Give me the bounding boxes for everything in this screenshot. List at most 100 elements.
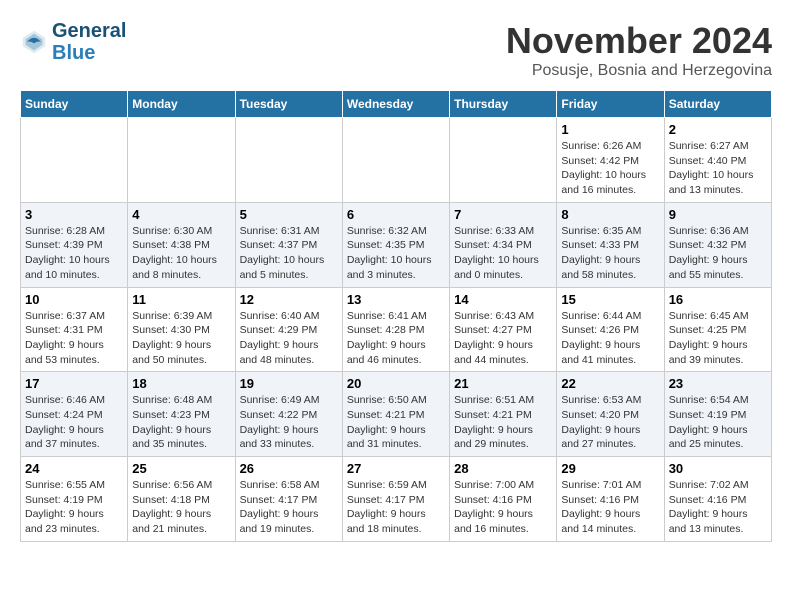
day-number: 30 (669, 461, 767, 476)
calendar-cell: 24 Sunrise: 6:55 AM Sunset: 4:19 PM Dayli… (21, 457, 128, 542)
day-number: 15 (561, 292, 659, 307)
calendar-cell: 13Sunrise: 6:41 AM Sunset: 4:28 PM Dayli… (342, 287, 449, 372)
calendar-table: SundayMondayTuesdayWednesdayThursdayFrid… (20, 90, 772, 542)
calendar-week-row: 1 Sunrise: 6:26 AM Sunset: 4:42 PM Daylig… (21, 118, 772, 203)
day-number: 7 (454, 207, 552, 222)
calendar-week-row: 10 Sunrise: 6:37 AM Sunset: 4:31 PM Dayli… (21, 287, 772, 372)
calendar-cell: 19Sunrise: 6:49 AM Sunset: 4:22 PM Dayli… (235, 372, 342, 457)
day-number: 24 (25, 461, 123, 476)
day-info: Sunrise: 6:49 AM Sunset: 4:22 PM Dayligh… (240, 393, 338, 452)
calendar-cell: 23 Sunrise: 6:54 AM Sunset: 4:19 PM Dayli… (664, 372, 771, 457)
title-area: November 2024 Posusje, Bosnia and Herzeg… (506, 20, 772, 80)
day-number: 29 (561, 461, 659, 476)
day-number: 5 (240, 207, 338, 222)
day-info: Sunrise: 6:31 AM Sunset: 4:37 PM Dayligh… (240, 224, 338, 283)
calendar-cell: 14 Sunrise: 6:43 AM Sunset: 4:27 PM Dayli… (450, 287, 557, 372)
calendar-week-row: 3Sunrise: 6:28 AM Sunset: 4:39 PM Daylig… (21, 202, 772, 287)
day-number: 20 (347, 376, 445, 391)
day-info: Sunrise: 6:54 AM Sunset: 4:19 PM Dayligh… (669, 393, 767, 452)
day-info: Sunrise: 6:45 AM Sunset: 4:25 PM Dayligh… (669, 309, 767, 368)
day-number: 22 (561, 376, 659, 391)
day-number: 2 (669, 122, 767, 137)
calendar-cell: 6 Sunrise: 6:32 AM Sunset: 4:35 PM Daylig… (342, 202, 449, 287)
weekday-header: Thursday (450, 91, 557, 118)
day-info: Sunrise: 6:58 AM Sunset: 4:17 PM Dayligh… (240, 478, 338, 537)
calendar-cell: 25Sunrise: 6:56 AM Sunset: 4:18 PM Dayli… (128, 457, 235, 542)
weekday-header: Wednesday (342, 91, 449, 118)
calendar-week-row: 17Sunrise: 6:46 AM Sunset: 4:24 PM Dayli… (21, 372, 772, 457)
day-info: Sunrise: 6:26 AM Sunset: 4:42 PM Dayligh… (561, 139, 659, 198)
day-info: Sunrise: 6:44 AM Sunset: 4:26 PM Dayligh… (561, 309, 659, 368)
month-title: November 2024 (506, 20, 772, 62)
calendar-cell: 29 Sunrise: 7:01 AM Sunset: 4:16 PM Dayli… (557, 457, 664, 542)
day-info: Sunrise: 6:59 AM Sunset: 4:17 PM Dayligh… (347, 478, 445, 537)
day-info: Sunrise: 6:32 AM Sunset: 4:35 PM Dayligh… (347, 224, 445, 283)
day-info: Sunrise: 6:55 AM Sunset: 4:19 PM Dayligh… (25, 478, 123, 537)
day-info: Sunrise: 6:51 AM Sunset: 4:21 PM Dayligh… (454, 393, 552, 452)
calendar-cell: 30 Sunrise: 7:02 AM Sunset: 4:16 PM Dayli… (664, 457, 771, 542)
weekday-header: Saturday (664, 91, 771, 118)
day-info: Sunrise: 6:53 AM Sunset: 4:20 PM Dayligh… (561, 393, 659, 452)
weekday-header: Monday (128, 91, 235, 118)
calendar-cell (128, 118, 235, 203)
day-info: Sunrise: 6:27 AM Sunset: 4:40 PM Dayligh… (669, 139, 767, 198)
day-info: Sunrise: 6:48 AM Sunset: 4:23 PM Dayligh… (132, 393, 230, 452)
logo-line1: General (52, 20, 126, 42)
day-info: Sunrise: 6:56 AM Sunset: 4:18 PM Dayligh… (132, 478, 230, 537)
logo-line2: Blue (52, 42, 126, 64)
weekday-header: Sunday (21, 91, 128, 118)
calendar-header-row: SundayMondayTuesdayWednesdayThursdayFrid… (21, 91, 772, 118)
day-number: 23 (669, 376, 767, 391)
day-info: Sunrise: 6:35 AM Sunset: 4:33 PM Dayligh… (561, 224, 659, 283)
calendar-cell (342, 118, 449, 203)
day-info: Sunrise: 7:02 AM Sunset: 4:16 PM Dayligh… (669, 478, 767, 537)
calendar-cell: 10 Sunrise: 6:37 AM Sunset: 4:31 PM Dayli… (21, 287, 128, 372)
day-number: 9 (669, 207, 767, 222)
day-number: 6 (347, 207, 445, 222)
logo: General Blue (20, 20, 126, 64)
calendar-cell: 2 Sunrise: 6:27 AM Sunset: 4:40 PM Daylig… (664, 118, 771, 203)
day-info: Sunrise: 6:33 AM Sunset: 4:34 PM Dayligh… (454, 224, 552, 283)
day-number: 12 (240, 292, 338, 307)
day-info: Sunrise: 7:01 AM Sunset: 4:16 PM Dayligh… (561, 478, 659, 537)
day-info: Sunrise: 6:50 AM Sunset: 4:21 PM Dayligh… (347, 393, 445, 452)
calendar-cell: 1 Sunrise: 6:26 AM Sunset: 4:42 PM Daylig… (557, 118, 664, 203)
page-header: General Blue November 2024 Posusje, Bosn… (20, 20, 772, 80)
calendar-cell: 17Sunrise: 6:46 AM Sunset: 4:24 PM Dayli… (21, 372, 128, 457)
day-info: Sunrise: 6:30 AM Sunset: 4:38 PM Dayligh… (132, 224, 230, 283)
calendar-cell: 4 Sunrise: 6:30 AM Sunset: 4:38 PM Daylig… (128, 202, 235, 287)
calendar-cell: 26 Sunrise: 6:58 AM Sunset: 4:17 PM Dayli… (235, 457, 342, 542)
weekday-header: Tuesday (235, 91, 342, 118)
location-title: Posusje, Bosnia and Herzegovina (506, 62, 772, 80)
calendar-cell: 7 Sunrise: 6:33 AM Sunset: 4:34 PM Daylig… (450, 202, 557, 287)
day-number: 14 (454, 292, 552, 307)
calendar-cell: 21 Sunrise: 6:51 AM Sunset: 4:21 PM Dayli… (450, 372, 557, 457)
calendar-cell: 22 Sunrise: 6:53 AM Sunset: 4:20 PM Dayli… (557, 372, 664, 457)
day-info: Sunrise: 6:39 AM Sunset: 4:30 PM Dayligh… (132, 309, 230, 368)
calendar-cell (450, 118, 557, 203)
day-number: 13 (347, 292, 445, 307)
calendar-cell (21, 118, 128, 203)
day-number: 1 (561, 122, 659, 137)
logo-icon (20, 28, 48, 56)
weekday-header: Friday (557, 91, 664, 118)
day-number: 4 (132, 207, 230, 222)
calendar-cell: 3Sunrise: 6:28 AM Sunset: 4:39 PM Daylig… (21, 202, 128, 287)
day-number: 21 (454, 376, 552, 391)
day-info: Sunrise: 6:28 AM Sunset: 4:39 PM Dayligh… (25, 224, 123, 283)
day-number: 10 (25, 292, 123, 307)
day-number: 18 (132, 376, 230, 391)
day-info: Sunrise: 6:43 AM Sunset: 4:27 PM Dayligh… (454, 309, 552, 368)
calendar-cell: 8 Sunrise: 6:35 AM Sunset: 4:33 PM Daylig… (557, 202, 664, 287)
day-info: Sunrise: 6:37 AM Sunset: 4:31 PM Dayligh… (25, 309, 123, 368)
day-number: 26 (240, 461, 338, 476)
day-number: 28 (454, 461, 552, 476)
calendar-cell (235, 118, 342, 203)
day-number: 11 (132, 292, 230, 307)
day-info: Sunrise: 6:36 AM Sunset: 4:32 PM Dayligh… (669, 224, 767, 283)
calendar-cell: 16Sunrise: 6:45 AM Sunset: 4:25 PM Dayli… (664, 287, 771, 372)
calendar-cell: 18 Sunrise: 6:48 AM Sunset: 4:23 PM Dayli… (128, 372, 235, 457)
calendar-cell: 15 Sunrise: 6:44 AM Sunset: 4:26 PM Dayli… (557, 287, 664, 372)
calendar-cell: 28Sunrise: 7:00 AM Sunset: 4:16 PM Dayli… (450, 457, 557, 542)
day-number: 8 (561, 207, 659, 222)
